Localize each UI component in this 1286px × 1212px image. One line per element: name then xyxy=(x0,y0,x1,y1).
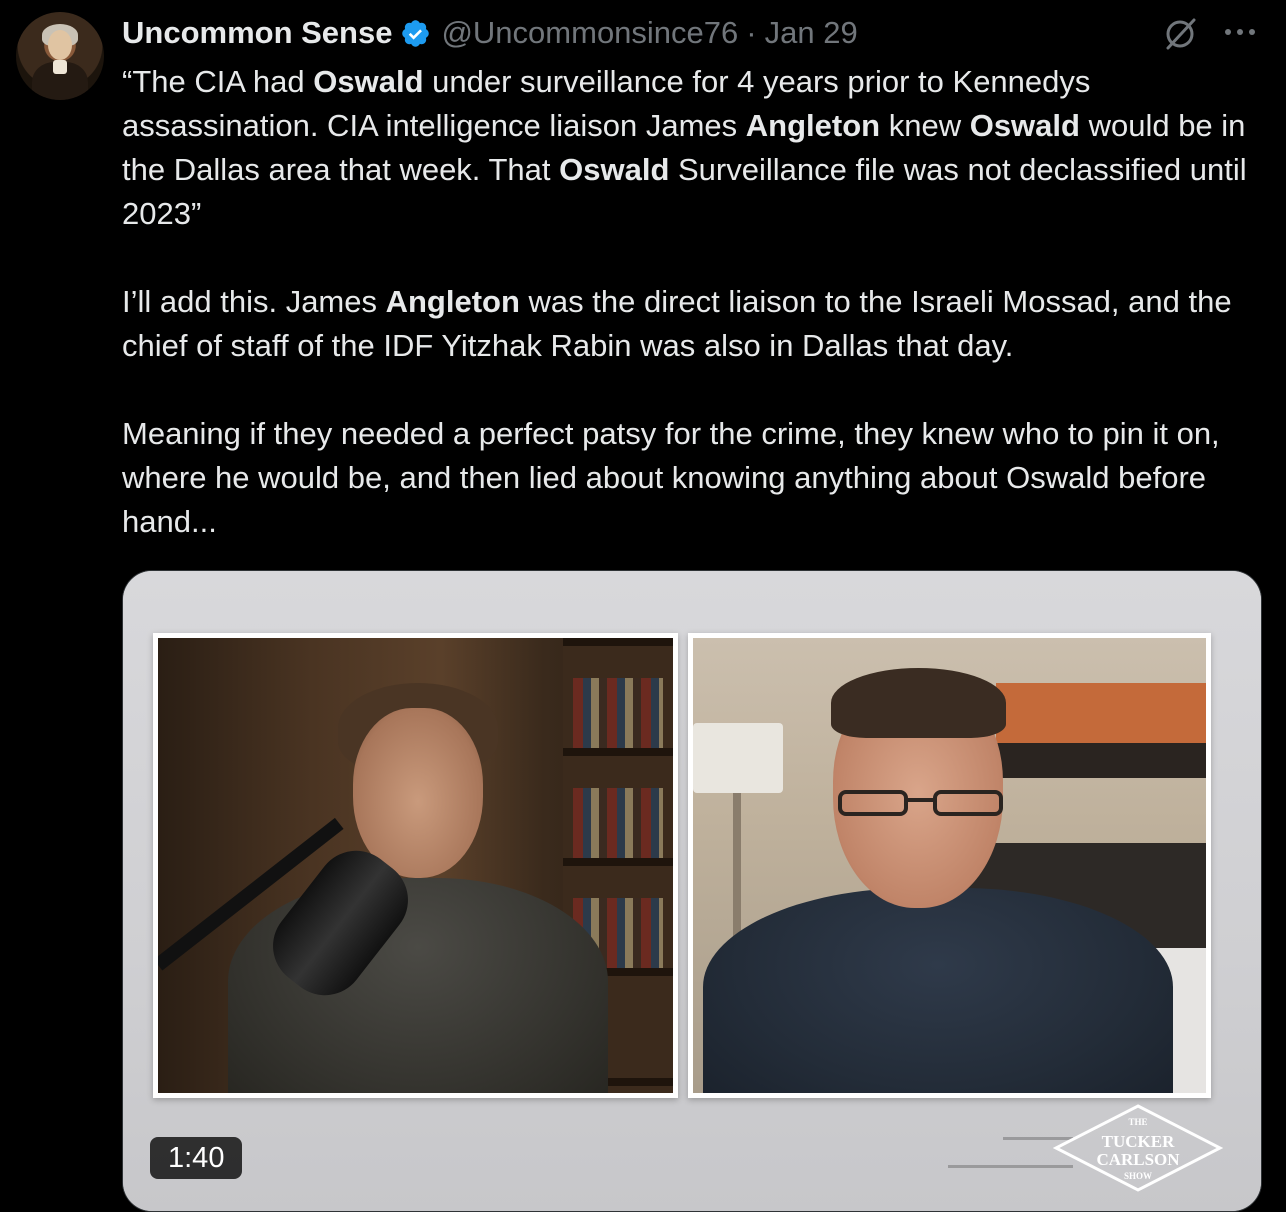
wall-art-stripe-dark xyxy=(996,743,1206,778)
wall-art-stripe xyxy=(996,683,1206,743)
avatar-collar xyxy=(53,60,67,74)
tweet-text-segment: knew xyxy=(880,108,970,143)
author-name[interactable]: Uncommon Sense xyxy=(122,15,392,51)
video-frame-right xyxy=(688,633,1211,1098)
host-head xyxy=(353,708,483,878)
logo-bottom: SHOW xyxy=(1124,1171,1152,1181)
video-player[interactable]: THE TUCKER CARLSON SHOW 1:40 xyxy=(122,570,1262,1212)
tweet-text-segment: Meaning if they needed a perfect patsy f… xyxy=(122,416,1220,539)
logo-top: THE xyxy=(1128,1117,1147,1127)
host-body xyxy=(228,878,608,1093)
guest-body xyxy=(703,888,1173,1093)
show-logo: THE TUCKER CARLSON SHOW xyxy=(1053,1104,1223,1192)
host-scene xyxy=(158,638,673,1093)
grok-icon[interactable] xyxy=(1162,16,1198,52)
tweet-date[interactable]: Jan 29 xyxy=(765,15,858,51)
avatar[interactable] xyxy=(16,12,104,100)
books-row xyxy=(573,678,663,748)
avatar-face xyxy=(48,30,72,60)
more-icon[interactable] xyxy=(1220,14,1260,50)
tweet-highlight: Oswald xyxy=(559,152,670,187)
tweet-highlight: Angleton xyxy=(745,108,881,143)
lamp-pole xyxy=(733,793,741,953)
tweet-highlight: Oswald xyxy=(969,108,1080,143)
video-duration: 1:40 xyxy=(150,1137,243,1179)
tweet-text: “The CIA had Oswald under surveillance f… xyxy=(122,60,1272,544)
author-handle[interactable]: @Uncommonsince76 xyxy=(441,15,738,51)
lamp-shade xyxy=(693,723,783,793)
separator-dot: · xyxy=(746,15,757,50)
tweet-text-segment: I’ll add this. James xyxy=(122,284,386,319)
tweet-highlight: Angleton xyxy=(385,284,520,319)
video-frame-left xyxy=(153,633,678,1098)
verified-badge-icon xyxy=(402,19,430,47)
tweet-header: Uncommon Sense @Uncommonsince76 · Jan 29 xyxy=(122,12,858,54)
tweet-paragraph-2: I’ll add this. James Angleton was the di… xyxy=(122,280,1272,368)
tweet-highlight: Oswald xyxy=(313,64,424,99)
logo-line2: CARLSON xyxy=(1096,1150,1180,1169)
tweet-text-segment: “The CIA had xyxy=(122,64,314,99)
books-row xyxy=(573,788,663,858)
guest-scene xyxy=(693,638,1206,1093)
glasses xyxy=(838,790,1003,816)
tweet-paragraph-1: “The CIA had Oswald under surveillance f… xyxy=(122,60,1272,236)
logo-line1: TUCKER xyxy=(1102,1132,1175,1151)
guest-hair xyxy=(831,668,1006,738)
tweet-paragraph-3: Meaning if they needed a perfect patsy f… xyxy=(122,412,1272,544)
